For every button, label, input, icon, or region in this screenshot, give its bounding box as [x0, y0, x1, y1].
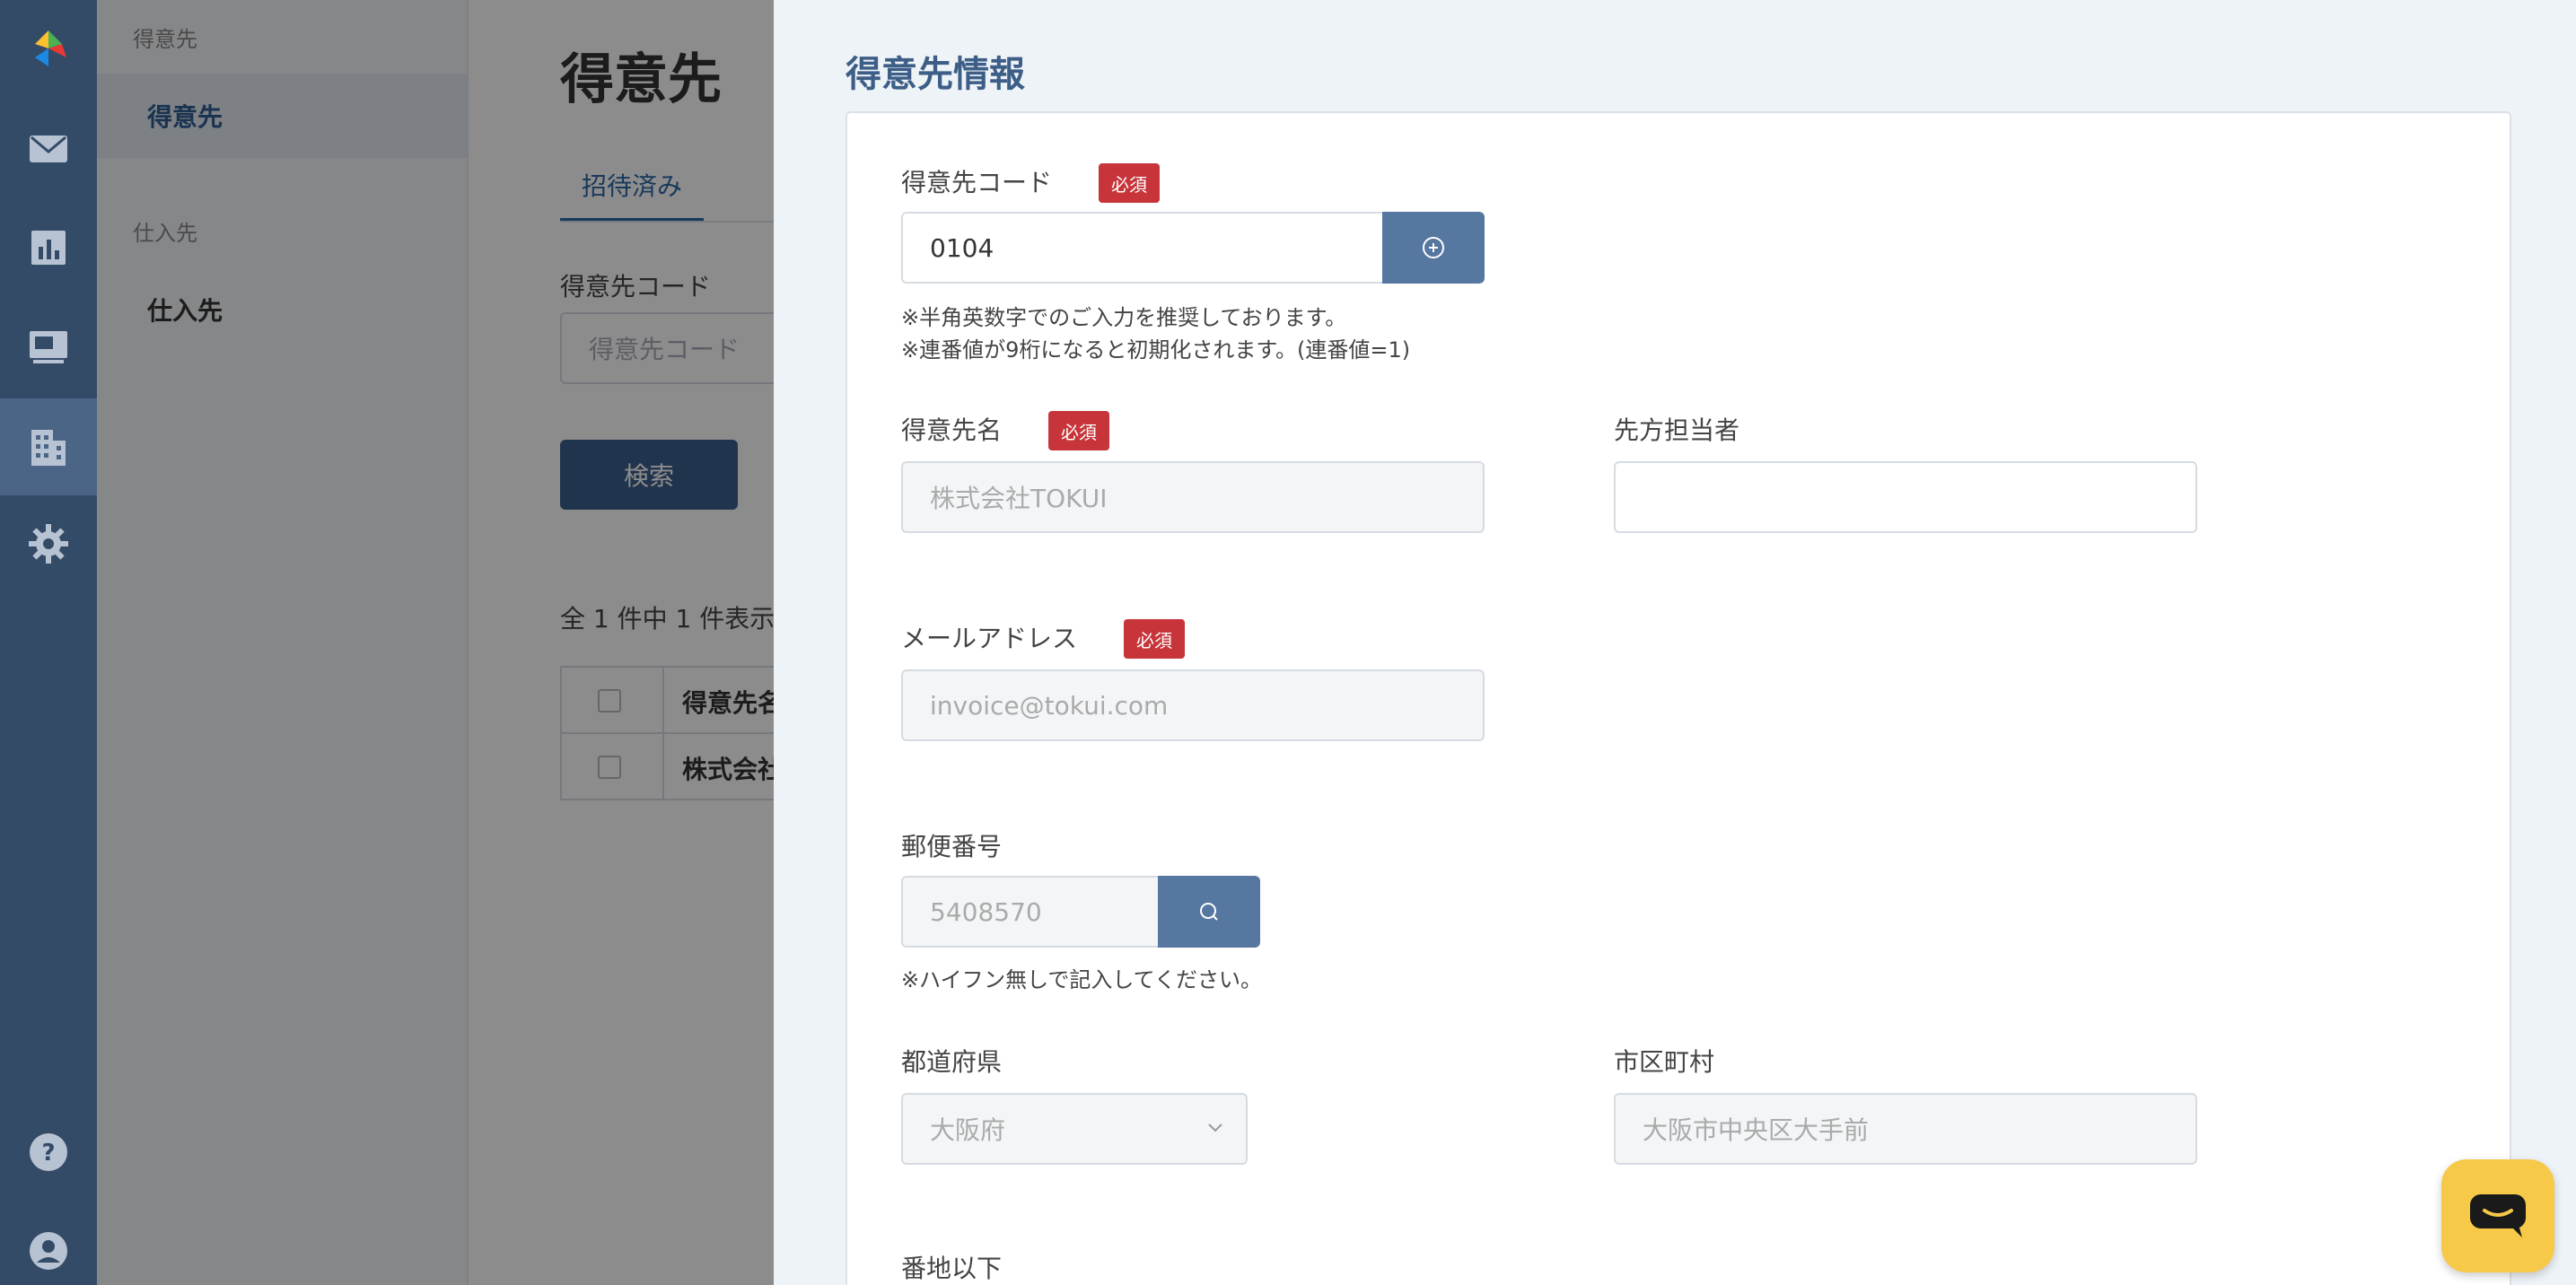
city-label: 市区町村 — [1614, 1047, 1715, 1077]
invoice-icon — [30, 331, 67, 363]
postal-lookup-button[interactable] — [1158, 876, 1260, 948]
svg-text:?: ? — [41, 1140, 55, 1167]
email-input[interactable]: invoice@tokui.com — [901, 669, 1485, 741]
rail-account[interactable] — [0, 1202, 97, 1285]
prefecture-label: 都道府県 — [901, 1047, 1003, 1077]
rail-billing[interactable] — [0, 298, 97, 395]
icon-rail: ? — [0, 0, 97, 1285]
client-code-hint-1: ※半角英数字でのご入力を推奨しております。 — [901, 305, 1347, 330]
address-label: 番地以下 — [901, 1254, 1003, 1283]
help-circle-icon: ? — [30, 1133, 67, 1171]
app-logo[interactable] — [0, 0, 97, 97]
search-icon — [1200, 903, 1218, 921]
rail-settings[interactable] — [0, 495, 97, 592]
rail-mail[interactable] — [0, 101, 97, 197]
client-form-card: 得意先コード 必須 0104 ※半角英数字でのご入力を推奨しております。 ※連番… — [846, 111, 2511, 1285]
client-name-label: 得意先名 — [901, 415, 1003, 445]
required-badge: 必須 — [1099, 163, 1160, 203]
client-code-hint-2: ※連番値が9桁になると初期化されます。(連番値=1) — [901, 337, 1411, 363]
required-badge: 必須 — [1048, 411, 1109, 450]
chevron-down-icon — [1208, 1123, 1222, 1132]
client-code-label: 得意先コード — [901, 168, 1053, 197]
gear-icon — [29, 524, 68, 564]
city-input[interactable]: 大阪市中央区大手前 — [1614, 1093, 2197, 1165]
prefecture-value: 大阪府 — [930, 1115, 1006, 1145]
contact-person-input[interactable] — [1614, 461, 2197, 533]
prefecture-select[interactable]: 大阪府 — [901, 1093, 1248, 1165]
generate-code-button[interactable] — [1382, 212, 1485, 284]
user-icon — [30, 1232, 67, 1270]
building-icon — [31, 430, 66, 466]
postal-code-label: 郵便番号 — [901, 832, 1003, 861]
rail-reports[interactable] — [0, 199, 97, 296]
logo-icon — [35, 31, 66, 66]
client-code-input[interactable]: 0104 — [901, 212, 1384, 284]
chat-bubble-icon — [2470, 1194, 2526, 1237]
rail-clients[interactable] — [0, 398, 97, 495]
rail-help[interactable]: ? — [0, 1104, 97, 1201]
postal-code-input[interactable]: 5408570 — [901, 876, 1160, 948]
chart-icon — [31, 231, 66, 265]
client-name-input[interactable]: 株式会社TOKUI — [901, 461, 1485, 533]
postal-code-hint: ※ハイフン無しで記入してください。 — [901, 967, 1262, 992]
chat-support-button[interactable] — [2441, 1159, 2554, 1272]
drawer-title: 得意先情報 — [846, 54, 1025, 95]
plus-circle-icon — [1423, 237, 1444, 258]
required-badge: 必須 — [1124, 619, 1185, 659]
contact-person-label: 先方担当者 — [1614, 415, 1740, 445]
email-label: メールアドレス — [901, 624, 1078, 653]
client-info-drawer: 得意先情報 得意先コード 必須 0104 ※半角英数字でのご入力を推奨しておりま… — [774, 0, 2576, 1285]
mail-icon — [30, 135, 67, 162]
